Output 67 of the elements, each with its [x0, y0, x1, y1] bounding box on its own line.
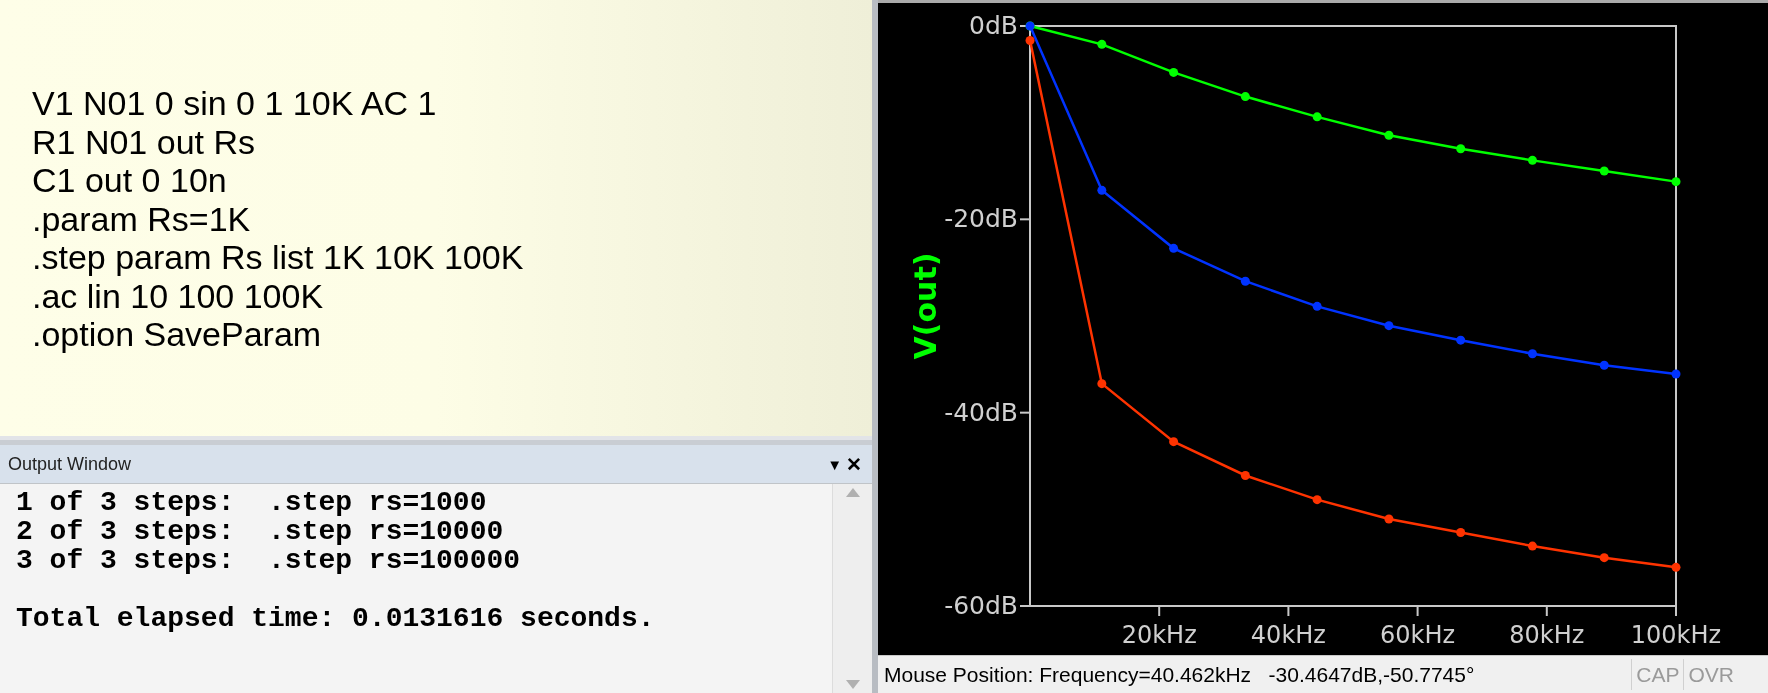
point — [1169, 437, 1179, 447]
netlist-line: .ac lin 10 100 100K — [32, 276, 325, 315]
y-tick-label: 0dB — [969, 11, 1018, 40]
point — [1384, 130, 1394, 140]
point — [1527, 541, 1537, 551]
point — [1384, 321, 1394, 331]
log-line: 2 of 3 steps: .step rs=10000 — [16, 517, 504, 546]
status-indicator: OVR — [1683, 658, 1738, 691]
point — [1240, 276, 1250, 286]
netlist-line: R1 N01 out Rs — [32, 122, 256, 161]
point — [1456, 528, 1466, 538]
point — [1527, 349, 1537, 359]
x-tick-label: 40kHz — [1250, 621, 1326, 649]
point — [1599, 553, 1609, 563]
point — [1456, 144, 1466, 154]
dropdown-button[interactable]: ▼ — [825, 456, 844, 472]
point — [1671, 369, 1681, 379]
x-tick-label: 20kHz — [1121, 621, 1197, 649]
tick-mark — [1158, 605, 1161, 617]
tick-mark — [1675, 605, 1677, 617]
tick-mark — [1287, 605, 1290, 617]
point — [1599, 166, 1609, 176]
scroll-up-icon[interactable] — [845, 488, 860, 497]
status-indicator: CAP — [1631, 658, 1684, 691]
netlist-line: V1 N01 0 sin 0 1 10K AC 1 — [32, 84, 438, 123]
tick-mark — [1416, 605, 1419, 617]
point — [1025, 36, 1035, 45]
scroll-down-icon[interactable] — [845, 680, 860, 689]
point — [1527, 155, 1537, 165]
status-text: Mouse Position: Frequency=40.462kHz -30.4647dB,-50.7745° — [884, 661, 1476, 688]
axis-title: V(out) — [908, 252, 943, 360]
x-tick-label: 80kHz — [1509, 621, 1585, 649]
point — [1169, 243, 1179, 253]
netlist-line: .option SaveParam — [32, 315, 323, 354]
y-tick-label: -60dB — [944, 591, 1018, 620]
point — [1097, 185, 1107, 195]
y-tick-label: -20dB — [944, 204, 1018, 234]
point — [1097, 379, 1107, 389]
log-line: 3 of 3 steps: .step rs=100000 — [16, 546, 521, 575]
netlist-line: .param Rs=1K — [32, 199, 252, 238]
netlist-editor[interactable]: V1 N01 0 sin 0 1 10K AC 1 R1 N01 out Rs C1 out 0 10n .param Rs=1K .step param Rs list 1K 10K 100K .ac lin 10 100 100K .option SaveParam — [0, 0, 872, 440]
x-tick-label: 60kHz — [1380, 621, 1456, 649]
point — [1169, 67, 1179, 77]
tick-mark — [1019, 411, 1031, 414]
point — [1240, 471, 1250, 480]
netlist-line: .step param Rs list 1K 10K 100K — [32, 238, 525, 277]
tick-mark — [1545, 605, 1548, 617]
scrollbar[interactable] — [832, 484, 872, 693]
tick-mark — [1019, 218, 1031, 221]
x-tick-label: 100kHz — [1630, 621, 1722, 649]
close-button[interactable]: ✕ — [844, 454, 864, 474]
log-line: 1 of 3 steps: .step rs=1000 — [16, 488, 487, 517]
point — [1599, 360, 1609, 370]
point — [1312, 301, 1322, 311]
point — [1240, 92, 1250, 102]
point — [1097, 39, 1107, 49]
netlist-line: C1 out 0 10n — [32, 161, 228, 200]
point — [1384, 514, 1394, 524]
panel-title: Output Window — [8, 452, 133, 476]
tick-mark — [1019, 605, 1031, 607]
point — [1312, 495, 1322, 505]
point — [1671, 562, 1681, 572]
y-tick-label: -40dB — [944, 397, 1018, 427]
point — [1456, 335, 1466, 345]
log-line: Total elapsed time: 0.0131616 seconds. — [16, 604, 655, 633]
point — [1671, 177, 1681, 187]
point — [1312, 112, 1322, 122]
